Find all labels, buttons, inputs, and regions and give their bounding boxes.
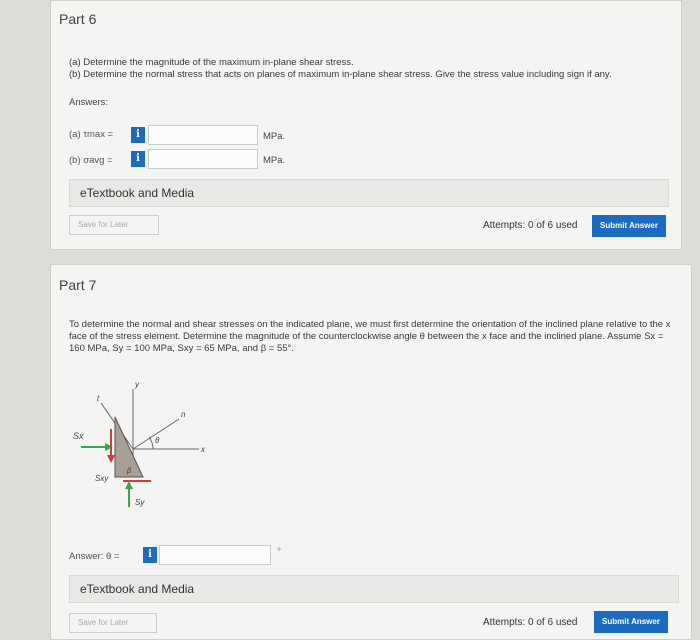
answers-label: Answers:: [69, 97, 109, 108]
sxy-left-arrowhead: [107, 455, 115, 463]
label-sxy: Sxy: [95, 474, 109, 483]
part-title: Part 6: [59, 11, 97, 27]
etextbook-media-bar[interactable]: eTextbook and Media: [69, 179, 669, 207]
submit-answer-button[interactable]: Submit Answer: [592, 215, 666, 237]
theta-input[interactable]: [159, 545, 271, 565]
attempts-counter: Attempts: 0 of 6 used: [483, 617, 578, 628]
question-a: (a) Determine the magnitude of the maxim…: [69, 57, 354, 68]
unit-degree: °: [277, 547, 281, 558]
problem-statement: To determine the normal and shear stress…: [69, 319, 671, 354]
submit-answer-button[interactable]: Submit Answer: [594, 611, 668, 633]
sy-arrowhead: [125, 481, 133, 489]
part-title: Part 7: [59, 277, 97, 293]
info-icon[interactable]: i: [143, 547, 157, 563]
theta-arc: [148, 436, 154, 450]
unit-b: MPa.: [263, 155, 286, 166]
info-icon[interactable]: i: [131, 151, 145, 167]
label-t: t: [97, 394, 100, 403]
info-icon[interactable]: i: [131, 127, 145, 143]
unit-a: MPa.: [263, 131, 286, 142]
attempts-counter: Attempts: 0 of 6 used: [483, 220, 578, 231]
label-theta: θ: [155, 436, 160, 445]
stress-element-figure: y t n x θ β Sx Sxy Sy: [73, 380, 206, 507]
answer-label: Answer: θ =: [69, 551, 120, 562]
label-beta: β: [126, 468, 131, 475]
row-a-label: (a) τmax =: [69, 129, 114, 140]
tau-max-input[interactable]: [148, 125, 258, 145]
label-x: x: [200, 445, 206, 454]
row-b-label: (b) σavg =: [69, 155, 113, 166]
part-6-panel: Part 6 (a) Determine the magnitude of th…: [50, 0, 682, 250]
question-b: (b) Determine the normal stress that act…: [69, 69, 612, 80]
part-7-panel: Part 7 To determine the normal and shear…: [50, 264, 692, 640]
save-for-later-button[interactable]: Save for Later: [69, 613, 157, 633]
etextbook-media-bar[interactable]: eTextbook and Media: [69, 575, 679, 603]
sigma-avg-input[interactable]: [148, 149, 258, 169]
label-sx: Sx: [73, 431, 84, 441]
label-n: n: [181, 410, 186, 419]
label-y: y: [134, 380, 140, 389]
save-for-later-button[interactable]: Save for Later: [69, 215, 159, 235]
label-sy: Sy: [135, 498, 145, 507]
